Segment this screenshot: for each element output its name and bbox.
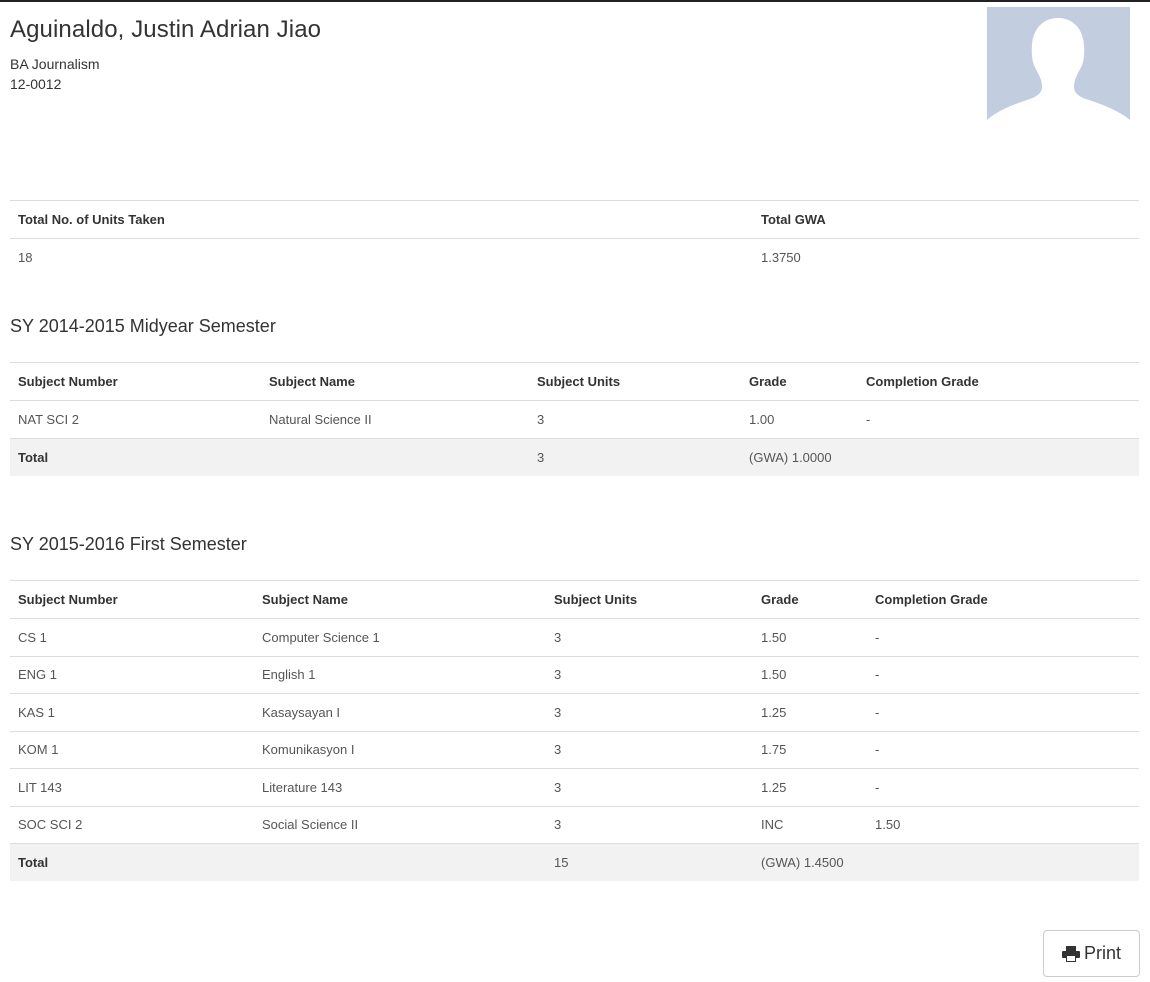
subject-name: Natural Science II xyxy=(261,400,529,439)
total-row: Total 15 (GWA) 1.4500 xyxy=(10,843,1139,881)
summary-table: Total No. of Units Taken Total GWA 18 1.… xyxy=(10,200,1139,276)
grade: 1.50 xyxy=(753,618,867,657)
table-row: KAS 1 Kasaysayan I 3 1.25 - xyxy=(10,693,1139,732)
col-completion-grade: Completion Grade xyxy=(858,362,1139,401)
subject-name: Computer Science 1 xyxy=(254,618,546,657)
subject-number: NAT SCI 2 xyxy=(10,400,261,439)
subject-units: 3 xyxy=(546,656,753,694)
subject-name: Kasaysayan I xyxy=(254,693,546,732)
grade: 1.75 xyxy=(753,731,867,769)
subject-units: 3 xyxy=(546,618,753,657)
subject-name: Literature 143 xyxy=(254,768,546,807)
print-button[interactable]: Print xyxy=(1043,930,1140,977)
table-row: KOM 1 Komunikasyon I 3 1.75 - xyxy=(10,731,1139,769)
subject-units: 3 xyxy=(546,693,753,732)
col-grade: Grade xyxy=(741,362,858,401)
student-id: 12-0012 xyxy=(10,76,62,92)
total-row: Total 3 (GWA) 1.0000 xyxy=(10,438,1139,476)
table-row: CS 1 Computer Science 1 3 1.50 - xyxy=(10,618,1139,657)
completion-grade: - xyxy=(867,768,1139,807)
total-blank xyxy=(261,438,529,476)
person-silhouette-icon xyxy=(987,7,1130,140)
completion-grade: - xyxy=(858,400,1139,439)
student-program: BA Journalism xyxy=(10,56,100,72)
semester-table: Subject Number Subject Name Subject Unit… xyxy=(10,362,1139,476)
col-subject-number: Subject Number xyxy=(10,580,254,619)
completion-grade: - xyxy=(867,656,1139,694)
semester-title: SY 2015-2016 First Semester xyxy=(10,534,247,554)
total-gwa: (GWA) 1.4500 xyxy=(753,843,1139,881)
subject-units: 3 xyxy=(546,806,753,844)
table-row: ENG 1 English 1 3 1.50 - xyxy=(10,656,1139,694)
completion-grade: - xyxy=(867,693,1139,732)
col-subject-number: Subject Number xyxy=(10,362,261,401)
col-subject-name: Subject Name xyxy=(261,362,529,401)
total-units: 15 xyxy=(546,843,753,881)
summary-header-row: Total No. of Units Taken Total GWA xyxy=(10,200,1139,239)
print-label: Print xyxy=(1083,943,1121,963)
grade: 1.00 xyxy=(741,400,858,439)
subject-number: ENG 1 xyxy=(10,656,254,694)
total-label: Total xyxy=(10,438,261,476)
student-name: Aguinaldo, Justin Adrian Jiao xyxy=(10,16,322,43)
printer-icon xyxy=(1061,945,1080,962)
col-subject-name: Subject Name xyxy=(254,580,546,619)
col-subject-units: Subject Units xyxy=(546,580,753,619)
subject-name: Social Science II xyxy=(254,806,546,844)
completion-grade: - xyxy=(867,618,1139,657)
grade: 1.50 xyxy=(753,656,867,694)
subject-number: CS 1 xyxy=(10,618,254,657)
completion-grade: 1.50 xyxy=(867,806,1139,844)
subject-units: 3 xyxy=(529,400,741,439)
table-row: NAT SCI 2 Natural Science II 3 1.00 - xyxy=(10,400,1139,439)
semester-title: SY 2014-2015 Midyear Semester xyxy=(10,316,276,336)
subject-number: KOM 1 xyxy=(10,731,254,769)
top-border xyxy=(0,0,1150,2)
col-completion-grade: Completion Grade xyxy=(867,580,1139,619)
total-gwa-header: Total GWA xyxy=(753,200,1139,239)
subject-number: LIT 143 xyxy=(10,768,254,807)
total-gwa-value: 1.3750 xyxy=(761,250,801,265)
subject-units: 3 xyxy=(546,731,753,769)
grade: INC xyxy=(753,806,867,844)
table-header-row: Subject Number Subject Name Subject Unit… xyxy=(10,580,1139,619)
summary-value-row: 18 1.3750 xyxy=(10,239,1139,277)
total-units: 3 xyxy=(529,438,741,476)
grade: 1.25 xyxy=(753,768,867,807)
completion-grade: - xyxy=(867,731,1139,769)
col-subject-units: Subject Units xyxy=(529,362,741,401)
subject-number: KAS 1 xyxy=(10,693,254,732)
subject-units: 3 xyxy=(546,768,753,807)
grade: 1.25 xyxy=(753,693,867,732)
total-gwa: (GWA) 1.0000 xyxy=(741,438,1139,476)
table-row: SOC SCI 2 Social Science II 3 INC 1.50 xyxy=(10,806,1139,844)
subject-name: Komunikasyon I xyxy=(254,731,546,769)
total-units-value: 18 xyxy=(18,250,33,265)
table-header-row: Subject Number Subject Name Subject Unit… xyxy=(10,362,1139,401)
col-grade: Grade xyxy=(753,580,867,619)
total-units-header: Total No. of Units Taken xyxy=(10,200,753,239)
subject-number: SOC SCI 2 xyxy=(10,806,254,844)
total-label: Total xyxy=(10,843,254,881)
table-row: LIT 143 Literature 143 3 1.25 - xyxy=(10,768,1139,807)
semester-table: Subject Number Subject Name Subject Unit… xyxy=(10,580,1139,881)
subject-name: English 1 xyxy=(254,656,546,694)
avatar xyxy=(987,7,1130,140)
total-blank xyxy=(254,843,546,881)
